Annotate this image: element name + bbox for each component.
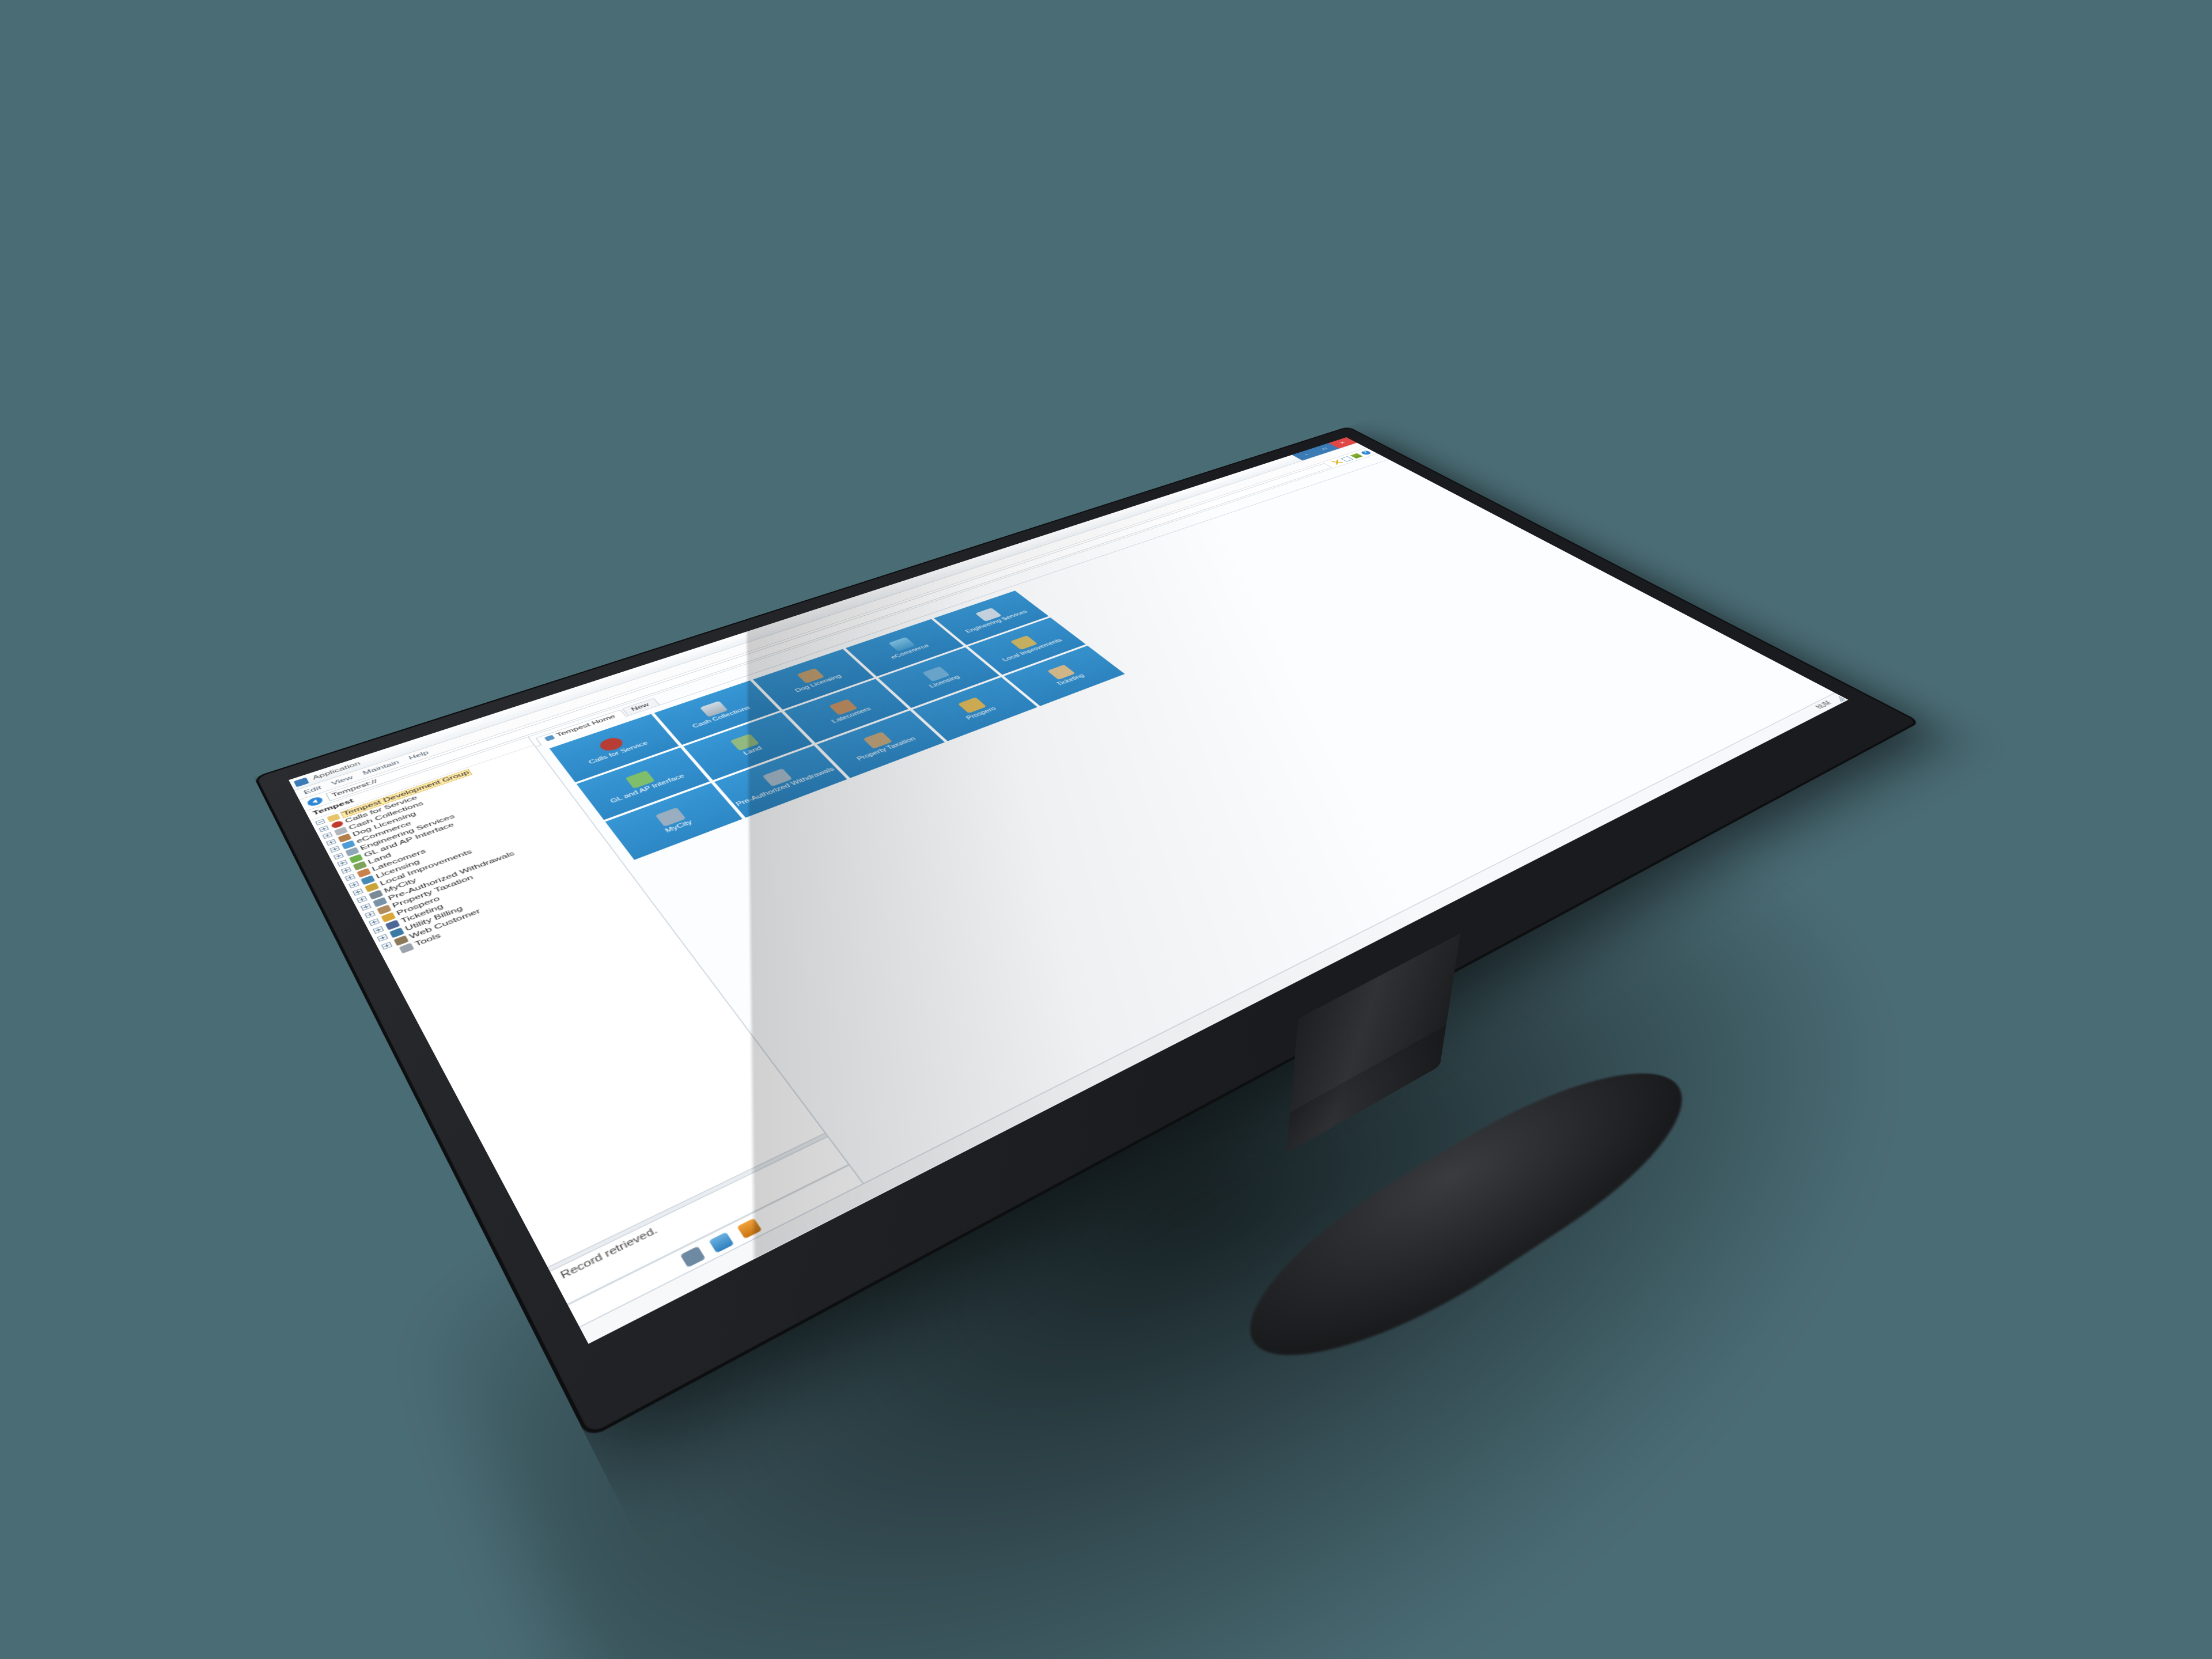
module-icon[interactable] <box>679 1246 704 1267</box>
tab-icon <box>544 735 555 741</box>
help-icon[interactable]: ? <box>1359 450 1372 455</box>
app-icon <box>293 777 309 787</box>
flag-icon[interactable] <box>1350 453 1363 458</box>
clear-icon[interactable] <box>1331 459 1343 464</box>
config-icon[interactable] <box>708 1232 733 1253</box>
box-icon[interactable] <box>1340 456 1353 461</box>
home-icon[interactable] <box>736 1218 762 1238</box>
